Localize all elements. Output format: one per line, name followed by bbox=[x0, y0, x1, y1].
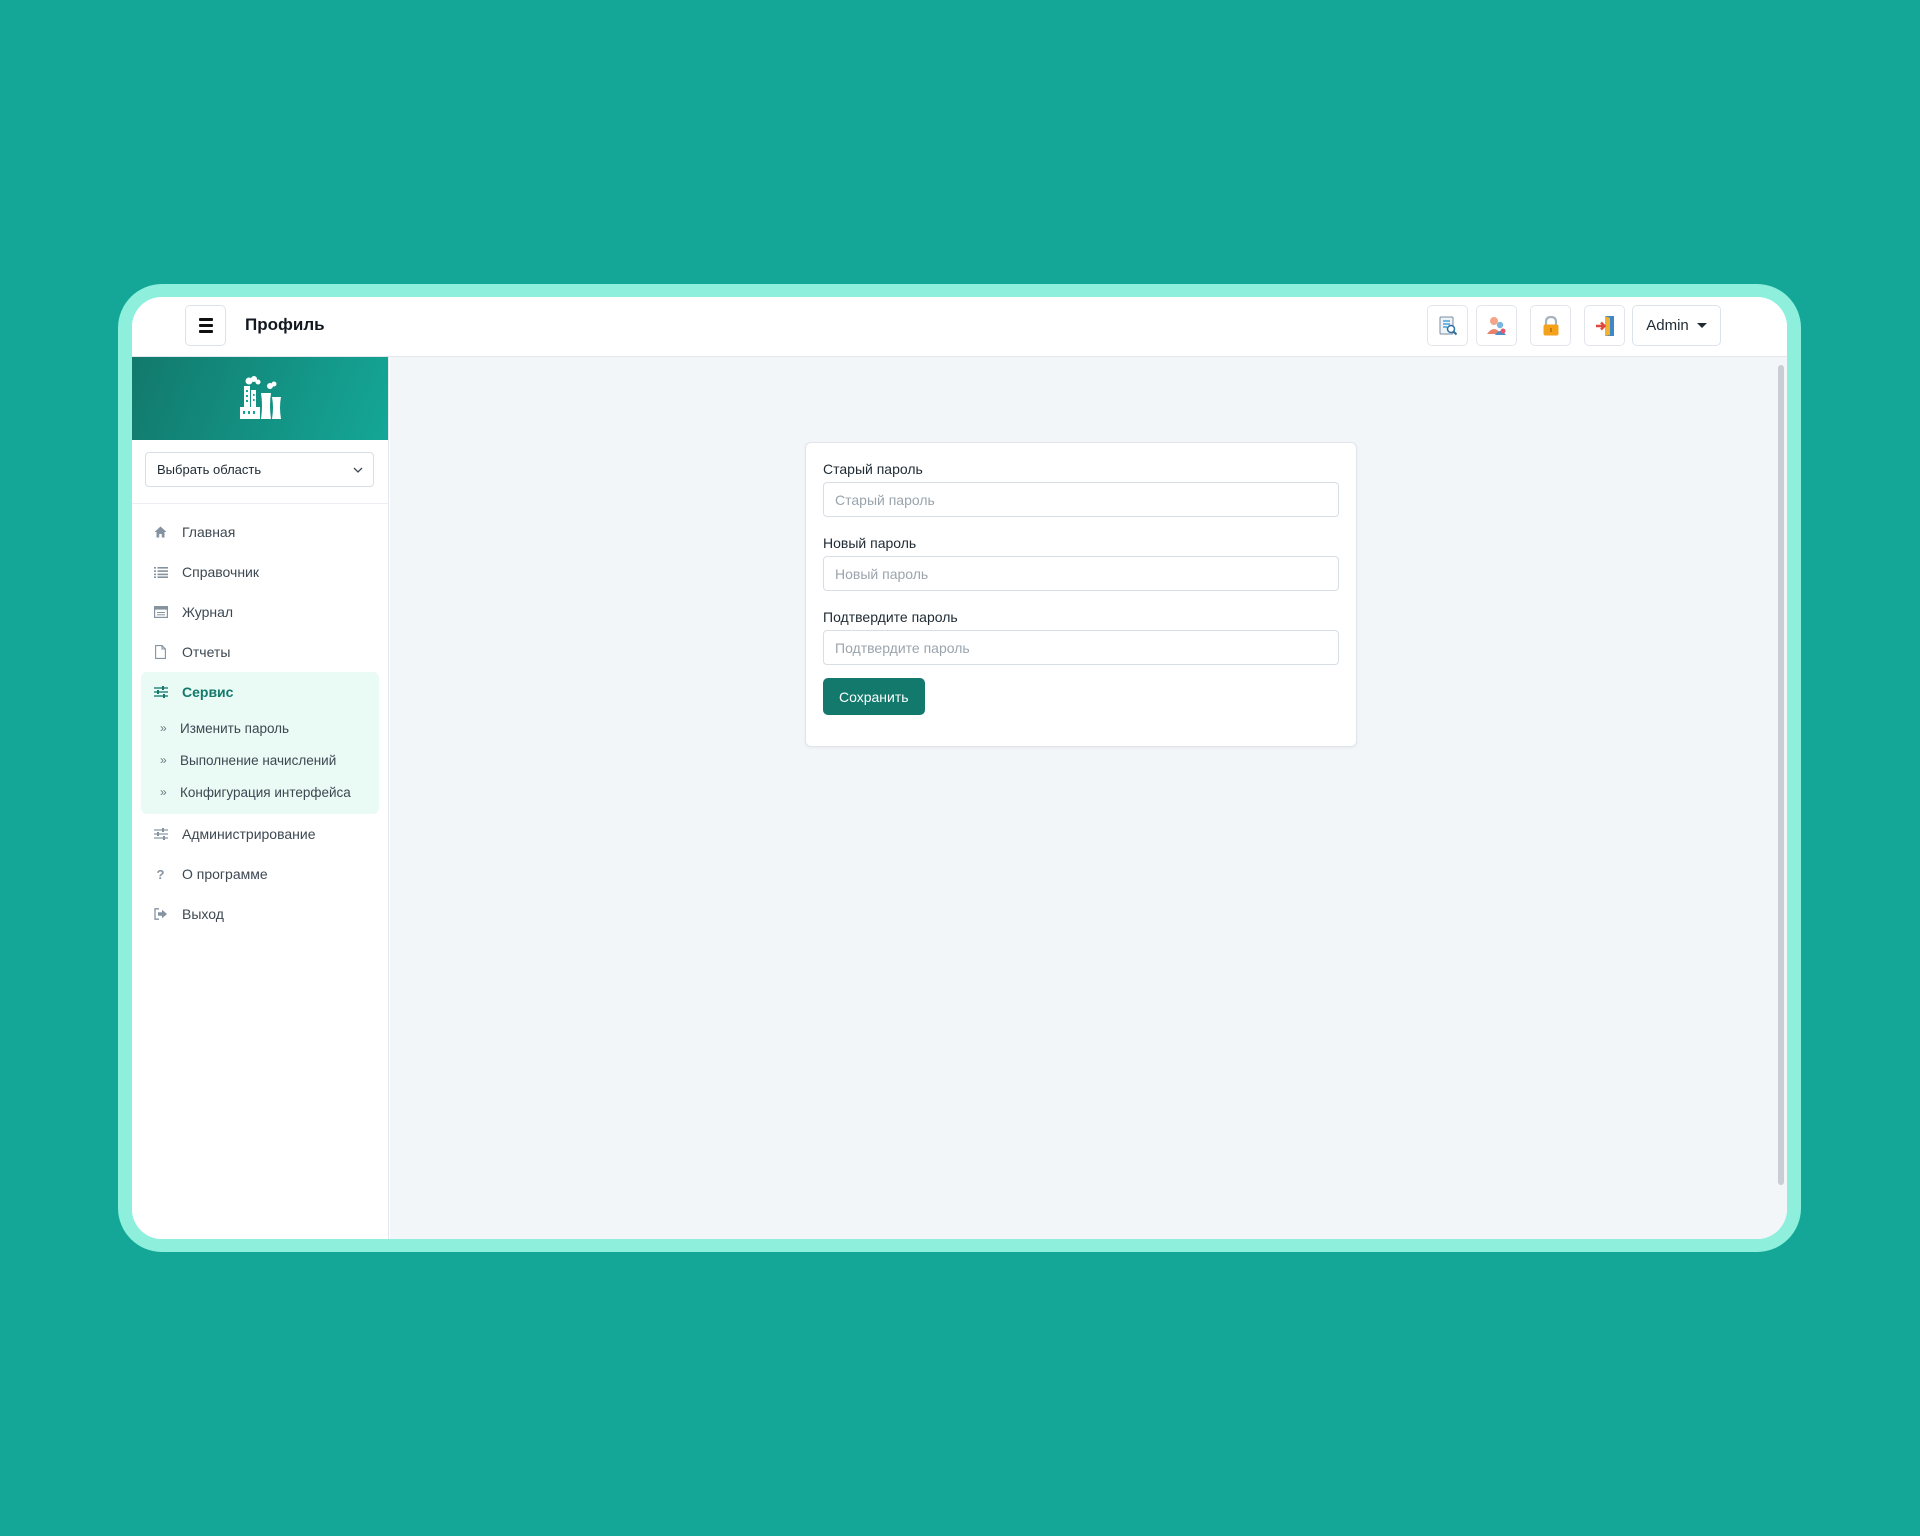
sidebar-item-logout[interactable]: Выход bbox=[141, 894, 379, 934]
sidebar-group-service: Сервис » Изменить пароль » Выполнение на… bbox=[141, 672, 379, 814]
old-password-label: Старый пароль bbox=[823, 461, 923, 477]
save-button[interactable]: Сохранить bbox=[823, 678, 925, 715]
chevron-down-icon bbox=[353, 467, 363, 473]
report-search-icon bbox=[1439, 316, 1457, 335]
region-select-value: Выбрать область bbox=[157, 462, 262, 477]
question-icon: ? bbox=[156, 866, 165, 882]
caret-down-icon bbox=[1696, 323, 1707, 328]
page-title: Профиль bbox=[245, 315, 325, 334]
sidebar-item-label: Отчеты bbox=[182, 644, 231, 660]
sidebar-subitem-accruals[interactable]: » Выполнение начислений bbox=[141, 744, 379, 776]
double-chevron-icon: » bbox=[160, 785, 167, 799]
sidebar-item-label: Выход bbox=[182, 906, 224, 922]
sidebar-item-label: Администрирование bbox=[182, 826, 316, 842]
sidebar-item-home[interactable]: Главная bbox=[141, 512, 379, 552]
sidebar-subitem-label: Изменить пароль bbox=[180, 720, 290, 736]
sidebar-subitem-change-password[interactable]: » Изменить пароль bbox=[141, 712, 379, 744]
confirm-password-field[interactable] bbox=[823, 630, 1339, 665]
users-button[interactable] bbox=[1476, 305, 1517, 346]
home-icon bbox=[153, 525, 168, 540]
sidebar: Выбрать область Главная Справочник Журна… bbox=[132, 357, 389, 1239]
journal-icon bbox=[153, 605, 168, 620]
lock-icon bbox=[1543, 315, 1558, 335]
sliders-icon bbox=[153, 685, 168, 700]
sidebar-item-label: Справочник bbox=[182, 564, 259, 580]
sidebar-subitem-label: Конфигурация интерфейса bbox=[180, 784, 351, 800]
app-window: Профиль Admin Выбрать область Главная Сп… bbox=[132, 297, 1787, 1239]
hamburger-icon-line bbox=[198, 318, 213, 321]
sidebar-item-journal[interactable]: Журнал bbox=[141, 592, 379, 632]
old-password-field[interactable] bbox=[823, 482, 1339, 517]
menu-toggle-button[interactable] bbox=[185, 305, 226, 346]
sidebar-item-directory[interactable]: Справочник bbox=[141, 552, 379, 592]
double-chevron-icon: » bbox=[160, 721, 167, 735]
sidebar-subitem-interface-config[interactable]: » Конфигурация интерфейса bbox=[141, 776, 379, 808]
lock-button[interactable] bbox=[1530, 305, 1571, 346]
main-content: Старый пароль Новый пароль Подтвердите п… bbox=[390, 357, 1787, 1239]
region-select[interactable]: Выбрать область bbox=[145, 452, 374, 487]
list-icon bbox=[153, 565, 168, 580]
factory-logo-icon bbox=[240, 375, 281, 419]
confirm-password-label: Подтвердите пароль bbox=[823, 609, 958, 625]
sidebar-item-service[interactable]: Сервис bbox=[141, 672, 379, 712]
user-menu-label: Admin bbox=[1646, 317, 1689, 334]
sidebar-item-label: Главная bbox=[182, 524, 236, 540]
brand-header bbox=[132, 357, 388, 440]
exit-door-icon bbox=[1595, 315, 1614, 336]
file-icon bbox=[153, 645, 168, 660]
logout-icon bbox=[153, 907, 168, 922]
sidebar-item-administration[interactable]: Администрирование bbox=[141, 814, 379, 854]
sidebar-item-label: Сервис bbox=[182, 684, 234, 700]
user-menu-dropdown[interactable]: Admin bbox=[1632, 305, 1721, 346]
sidebar-item-label: Журнал bbox=[182, 604, 234, 620]
users-icon bbox=[1486, 316, 1506, 335]
sidebar-subitem-label: Выполнение начислений bbox=[180, 752, 337, 768]
hamburger-icon-line bbox=[198, 324, 213, 327]
sidebar-item-label: О программе bbox=[182, 866, 268, 882]
hamburger-icon-line bbox=[198, 330, 213, 333]
double-chevron-icon: » bbox=[160, 753, 167, 767]
sidebar-item-about[interactable]: ? О программе bbox=[141, 854, 379, 894]
report-search-button[interactable] bbox=[1427, 305, 1468, 346]
sliders-icon bbox=[153, 827, 168, 842]
sidebar-item-reports[interactable]: Отчеты bbox=[141, 632, 379, 672]
change-password-card: Старый пароль Новый пароль Подтвердите п… bbox=[805, 442, 1357, 747]
new-password-field[interactable] bbox=[823, 556, 1339, 591]
exit-button[interactable] bbox=[1584, 305, 1625, 346]
content-scrollbar[interactable] bbox=[1778, 365, 1784, 1185]
sidebar-nav: Главная Справочник Журнал Отчеты Сервис … bbox=[132, 504, 388, 934]
top-bar: Профиль Admin bbox=[132, 297, 1787, 357]
new-password-label: Новый пароль bbox=[823, 535, 917, 551]
